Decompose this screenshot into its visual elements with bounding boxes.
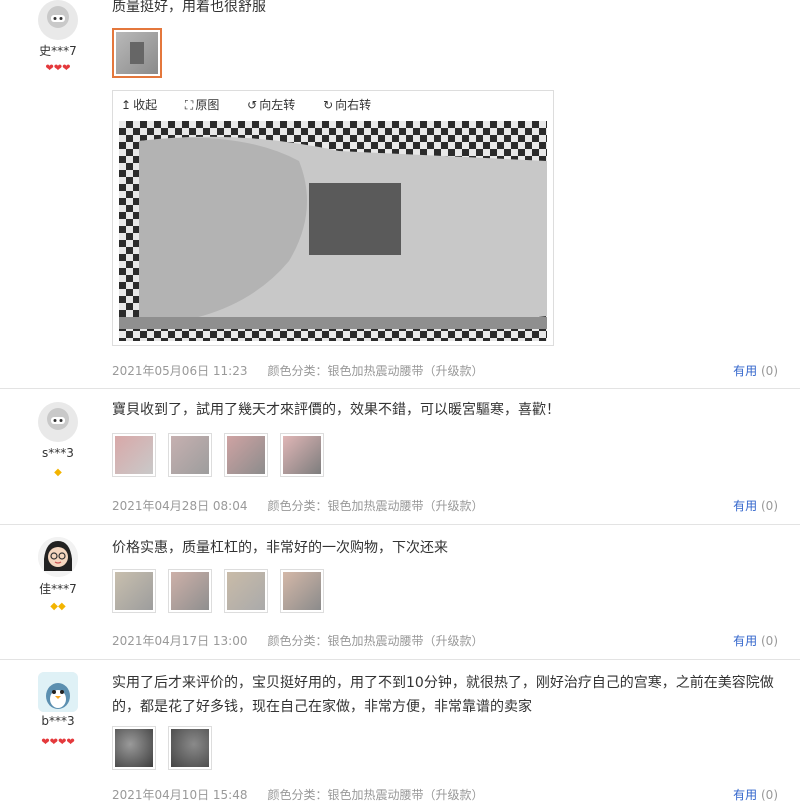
review-photo-thumbnail[interactable] <box>168 569 212 613</box>
avatar[interactable] <box>38 0 78 40</box>
collapse-label: 收起 <box>133 98 158 112</box>
review-photo-large[interactable] <box>119 121 547 341</box>
review-date: 2021年04月17日 13:00 <box>112 634 248 648</box>
collapse-icon: ↥ <box>121 98 132 112</box>
useful-label: 有用 <box>733 634 758 648</box>
collapse-button[interactable]: ↥ 收起 <box>121 98 169 112</box>
avatar[interactable] <box>38 402 78 442</box>
review-date: 2021年04月28日 08:04 <box>112 499 248 513</box>
useful-count: (0) <box>761 499 778 513</box>
username: 佳***7 <box>39 582 77 596</box>
rotate-right-label: 向右转 <box>335 98 372 112</box>
user-level-badge: ❤❤❤❤ <box>41 737 75 748</box>
divider <box>0 659 800 660</box>
useful-count: (0) <box>761 364 778 378</box>
user-level-badge: ◆ <box>54 467 62 478</box>
review-photo-thumbnail[interactable] <box>112 569 156 613</box>
useful-count: (0) <box>761 634 778 648</box>
review-photo-thumbnail[interactable] <box>168 726 212 770</box>
review-text: 寶貝收到了，試用了幾天才來評價的，效果不錯，可以暖宮驅寒，喜歡！ <box>112 402 560 418</box>
user-level-badge: ❤❤❤ <box>45 63 71 74</box>
review-text: 价格实惠，质量杠杠的，非常好的一次购物，下次还来 <box>112 540 448 556</box>
original-image-button[interactable]: ⛶ 原图 <box>185 98 231 112</box>
username: s***3 <box>42 446 74 460</box>
review-text: 实用了后才来评价的，宝贝挺好用的，用了不到10分钟，就很热了，刚好治疗自己的宫寒… <box>112 675 774 715</box>
product-spec: 颜色分类：银色加热震动腰带（升级款） <box>267 499 484 513</box>
review-photo-thumbnail[interactable] <box>112 726 156 770</box>
useful-label: 有用 <box>733 364 758 378</box>
review-text: 质量挺好，用着也很舒服 <box>112 0 266 15</box>
review-meta: 2021年04月10日 15:48 颜色分类：银色加热震动腰带（升级款） <box>112 786 484 803</box>
username: 史***7 <box>39 44 77 58</box>
username: b***3 <box>41 714 75 728</box>
product-spec: 颜色分类：银色加热震动腰带（升级款） <box>267 634 484 648</box>
review-photo-thumbnail[interactable] <box>112 28 162 78</box>
product-spec: 颜色分类：银色加热震动腰带（升级款） <box>267 364 484 378</box>
review-thumbnails <box>112 726 224 770</box>
useful-button[interactable]: 有用 (0) <box>733 362 778 379</box>
review-photo-thumbnail[interactable] <box>224 433 268 477</box>
rotate-left-icon: ↺ <box>247 98 258 112</box>
review-thumbnails <box>112 28 174 78</box>
expand-icon: ⛶ <box>184 98 194 112</box>
rotate-left-button[interactable]: ↺ 向左转 <box>247 98 307 112</box>
user-level-badge: ◆◆ <box>50 601 66 612</box>
rotate-right-button[interactable]: ↻ 向右转 <box>323 98 383 112</box>
review-photo-thumbnail[interactable] <box>280 433 324 477</box>
review-meta: 2021年04月17日 13:00 颜色分类：银色加热震动腰带（升级款） <box>112 632 484 649</box>
review-photo-thumbnail[interactable] <box>112 433 156 477</box>
review-photo-thumbnail[interactable] <box>280 569 324 613</box>
useful-button[interactable]: 有用 (0) <box>733 497 778 514</box>
review-thumbnails <box>112 433 336 477</box>
review-photo-thumbnail[interactable] <box>168 433 212 477</box>
review-date: 2021年05月06日 11:23 <box>112 364 248 378</box>
review-photo-thumbnail[interactable] <box>224 569 268 613</box>
original-label: 原图 <box>195 98 220 112</box>
divider <box>0 388 800 389</box>
useful-button[interactable]: 有用 (0) <box>733 632 778 649</box>
review-meta: 2021年04月28日 08:04 颜色分类：银色加热震动腰带（升级款） <box>112 497 484 514</box>
avatar[interactable] <box>38 537 78 577</box>
useful-button[interactable]: 有用 (0) <box>733 786 778 803</box>
review-meta: 2021年05月06日 11:23 颜色分类：银色加热震动腰带（升级款） <box>112 362 484 379</box>
rotate-right-icon: ↻ <box>323 98 334 112</box>
viewer-toolbar: ↥ 收起 ⛶ 原图 ↺ 向左转 ↻ 向右转 <box>113 91 553 119</box>
review-thumbnails <box>112 569 336 613</box>
divider <box>0 524 800 525</box>
useful-label: 有用 <box>733 499 758 513</box>
avatar[interactable] <box>38 672 78 712</box>
image-viewer: ↥ 收起 ⛶ 原图 ↺ 向左转 ↻ 向右转 <box>112 90 554 346</box>
rotate-left-label: 向左转 <box>259 98 296 112</box>
